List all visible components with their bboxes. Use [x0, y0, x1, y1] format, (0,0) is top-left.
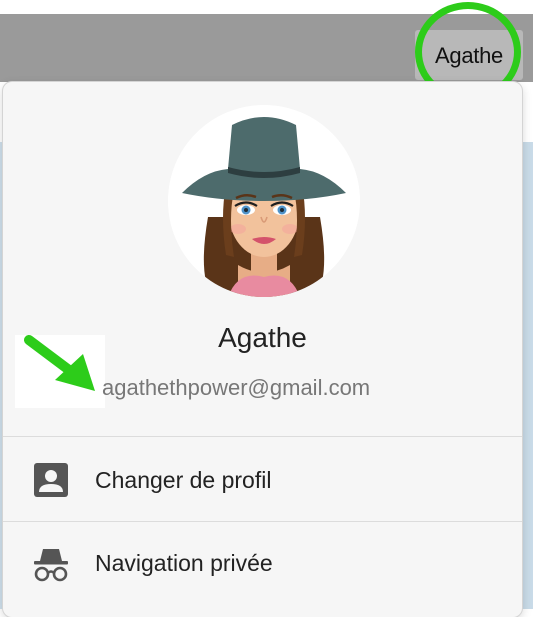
arrow-annotation-icon	[24, 335, 95, 391]
avatar	[168, 105, 360, 297]
profile-email: agathethpower@gmail.com	[102, 375, 371, 400]
incognito-label: Navigation privée	[95, 550, 273, 576]
incognito-icon	[34, 549, 68, 582]
avatar-illustration	[168, 105, 360, 297]
profile-menu-popup: Agathe agathethpower@gmail.com Changer d…	[3, 82, 522, 617]
profile-button[interactable]: Agathe	[415, 30, 523, 80]
profile-button-label: Agathe	[435, 43, 503, 68]
switch-profile-label: Changer de profil	[95, 467, 272, 493]
window-top-strip	[0, 0, 533, 14]
switch-profile-icon	[34, 463, 68, 497]
switch-profile-menu-item[interactable]: Changer de profil	[3, 437, 522, 521]
incognito-menu-item[interactable]: Navigation privée	[3, 522, 522, 606]
